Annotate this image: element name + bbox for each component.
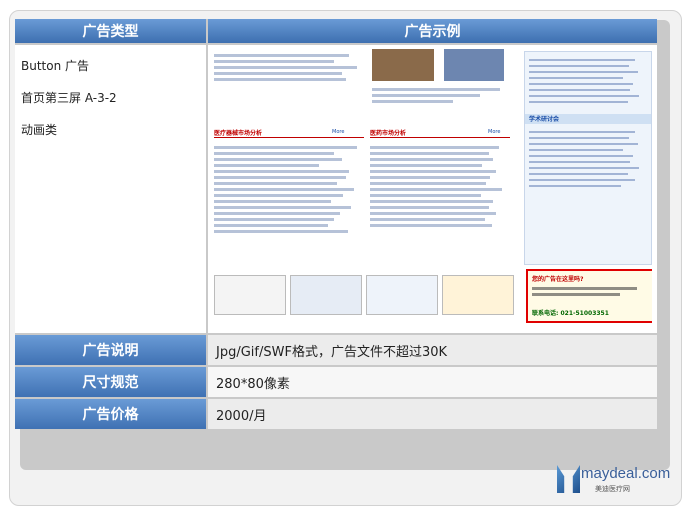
sample-left-list (214, 143, 364, 236)
row-label-size: 尺寸规范 (15, 365, 208, 397)
highlighted-ad-slot[interactable]: 您的广告在这里吗? 联系电话: 021-51003351 (526, 269, 652, 323)
sample-page-screenshot: 医疗器械市场分析 More 医药市场分析 More 学术研讨会 您的广告在这里吗… (212, 49, 652, 331)
row-value-description: Jpg/Gif/SWF格式，广告文件不超过30K (208, 333, 657, 365)
sample-more-link-left[interactable]: More (332, 129, 344, 135)
brand-name: maydeal.com (581, 465, 671, 482)
ad-example-cell: 医疗器械市场分析 More 医药市场分析 More 学术研讨会 您的广告在这里吗… (208, 43, 657, 333)
sample-photo-1 (372, 49, 434, 81)
sample-section-left-title: 医疗器械市场分析 (214, 130, 263, 137)
sample-top-links (214, 51, 364, 84)
sample-banner-1[interactable] (214, 275, 286, 315)
sample-sidebar-title: 学术研讨会 (525, 114, 651, 124)
ad-type-cell: Button 广告 首页第三屏 A-3-2 动画类 (15, 43, 208, 333)
header-ad-example: 广告示例 (208, 19, 657, 43)
sample-mid-list (370, 143, 510, 230)
ad-type-line-1: Button 广告 (21, 59, 90, 73)
sample-banner-4[interactable] (442, 275, 514, 315)
sample-banner-2[interactable] (290, 275, 362, 315)
header-ad-type: 广告类型 (15, 19, 208, 43)
row-value-size: 280*80像素 (208, 365, 657, 397)
sample-sidebar: 学术研讨会 (524, 51, 652, 265)
sample-more-link-mid[interactable]: More (488, 129, 500, 135)
row-value-price: 2000/月 (208, 397, 657, 429)
ad-spec-table: 广告类型 广告示例 Button 广告 首页第三屏 A-3-2 动画类 医疗器械… (15, 19, 657, 429)
ad-type-line-3: 动画类 (21, 123, 58, 137)
sample-section-mid-title: 医药市场分析 (370, 130, 407, 137)
ad-type-line-2: 首页第三屏 A-3-2 (21, 91, 117, 105)
row-label-price: 广告价格 (15, 397, 208, 429)
row-label-description: 广告说明 (15, 333, 208, 365)
highlighted-ad-title: 您的广告在这里吗? (532, 276, 584, 283)
highlighted-ad-phone: 联系电话: 021-51003351 (532, 310, 609, 317)
brand-subtitle: 美迪医疗网 (595, 485, 630, 493)
sample-photo-2 (444, 49, 504, 81)
sample-photo-captions (372, 85, 507, 106)
sample-banner-3[interactable] (366, 275, 438, 315)
